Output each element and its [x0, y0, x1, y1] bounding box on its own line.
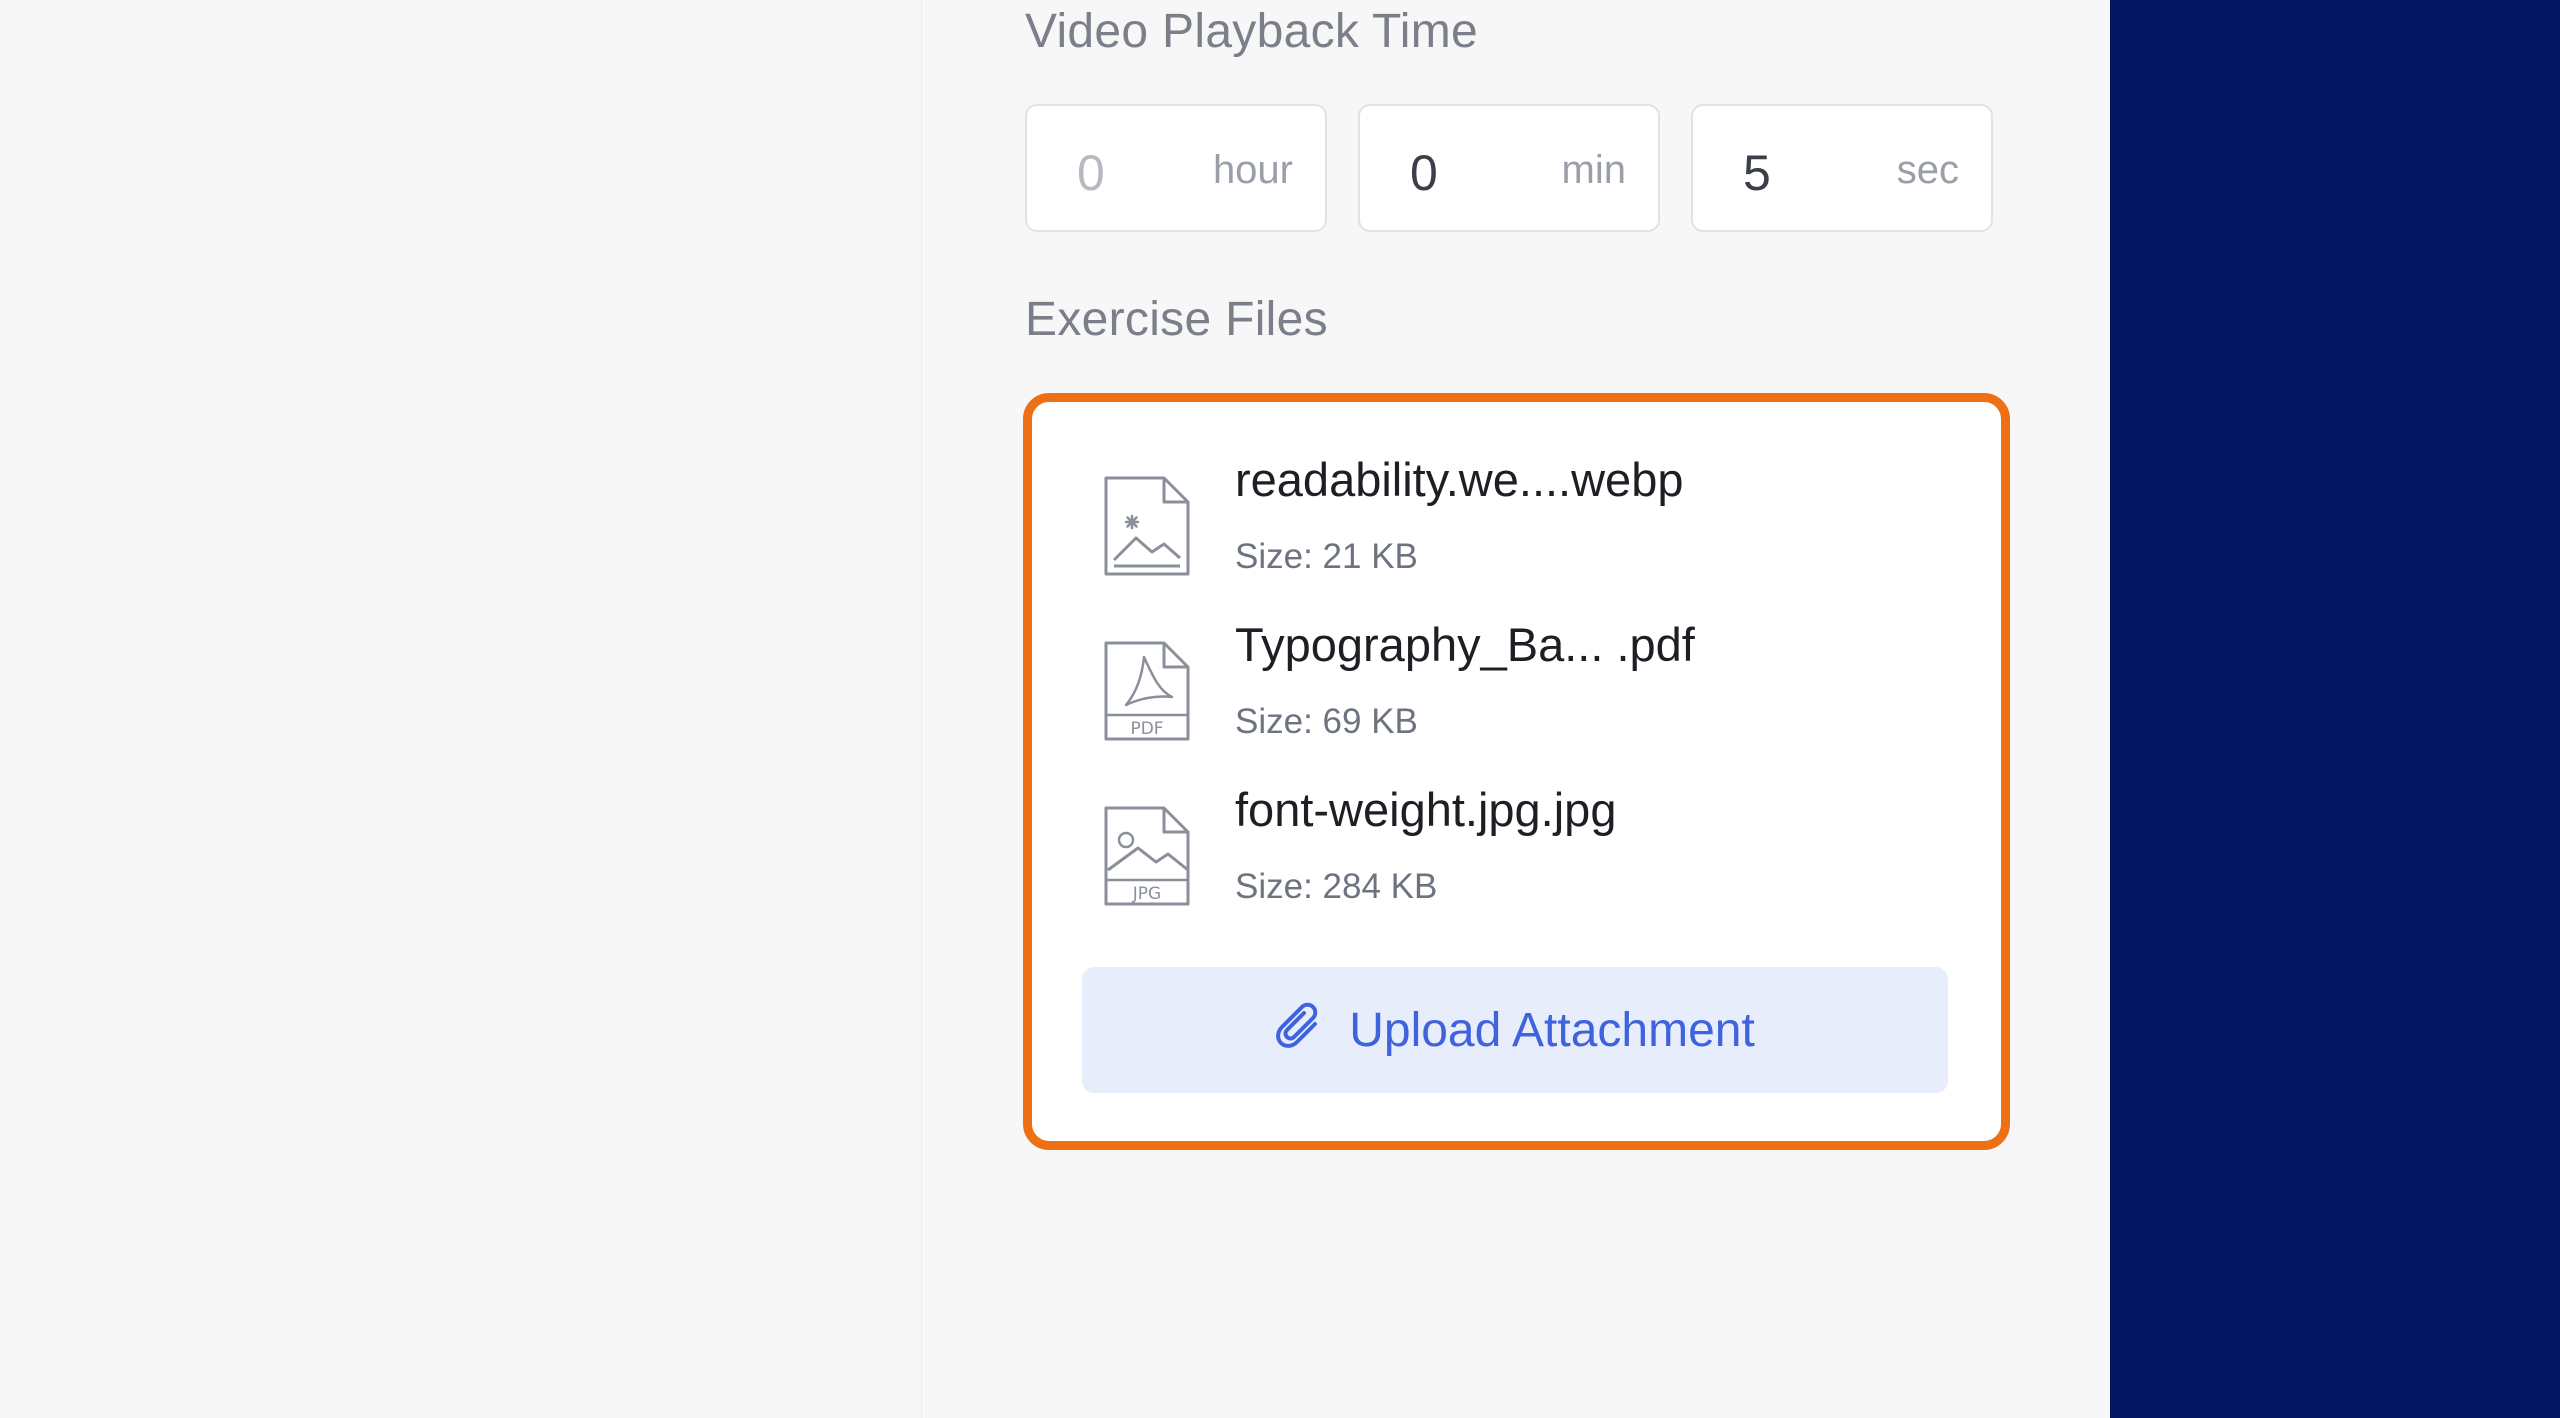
upload-attachment-button[interactable]: Upload Attachment — [1082, 967, 1948, 1093]
file-size: Size: 21 KB — [1235, 537, 1418, 576]
paperclip-icon — [1276, 1002, 1318, 1048]
min-unit: min — [1561, 148, 1626, 192]
hour-value: 0 — [1077, 145, 1105, 201]
file-name: readability.we....webp — [1235, 453, 1684, 506]
jpg-file-icon: JPG — [1104, 806, 1190, 906]
file-size: Size: 69 KB — [1235, 702, 1418, 741]
exercise-files-card: readability.we....webp Size: 21 KB PDF T… — [1023, 393, 2010, 1150]
file-size: Size: 284 KB — [1235, 867, 1438, 906]
file-item[interactable]: PDF Typography_Ba... .pdf Size: 69 KB — [1032, 617, 2001, 777]
pdf-file-icon: PDF — [1104, 641, 1190, 741]
video-playback-time-label: Video Playback Time — [1025, 5, 1479, 58]
file-item[interactable]: JPG font-weight.jpg.jpg Size: 284 KB — [1032, 782, 2001, 942]
file-name: Typography_Ba... .pdf — [1235, 618, 1695, 671]
hour-input[interactable]: 0 hour — [1025, 104, 1327, 232]
upload-attachment-label: Upload Attachment — [1349, 1003, 1755, 1057]
hour-unit: hour — [1212, 148, 1293, 192]
svg-text:JPG: JPG — [1132, 884, 1161, 904]
sec-input[interactable]: 5 sec — [1691, 104, 1993, 232]
file-name: font-weight.jpg.jpg — [1235, 783, 1617, 836]
exercise-files-label: Exercise Files — [1025, 293, 1328, 346]
image-file-icon — [1104, 476, 1190, 576]
sec-unit: sec — [1896, 148, 1959, 192]
min-value: 0 — [1410, 145, 1438, 201]
file-item[interactable]: readability.we....webp Size: 21 KB — [1032, 452, 2001, 612]
min-input[interactable]: 0 min — [1358, 104, 1660, 232]
svg-text:PDF: PDF — [1130, 719, 1163, 739]
sec-value: 5 — [1743, 145, 1771, 201]
left-pane — [0, 0, 922, 1418]
right-sidebar — [2110, 0, 2560, 1418]
